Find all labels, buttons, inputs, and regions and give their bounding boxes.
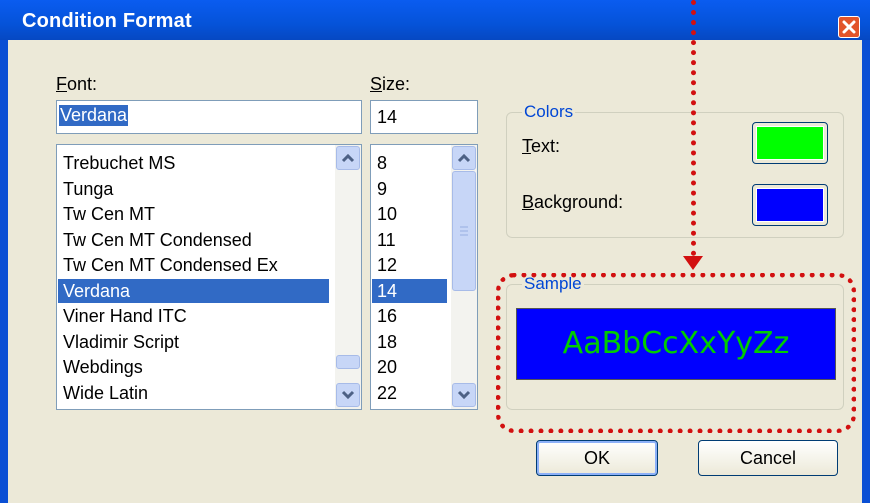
text-color-accel: T — [522, 136, 531, 156]
grip-icon — [460, 226, 468, 236]
list-item[interactable]: Trebuchet MS — [63, 151, 175, 175]
font-input-value: Verdana — [59, 105, 129, 126]
list-item[interactable]: 20 — [377, 355, 397, 379]
list-item[interactable]: 22 — [377, 381, 397, 405]
colors-group-title: Colors — [522, 102, 576, 122]
annotation-highlight-box — [496, 273, 856, 433]
list-item[interactable]: Wide Latin — [63, 381, 148, 405]
cancel-button[interactable]: Cancel — [698, 440, 838, 476]
text-color-swatch — [756, 126, 824, 160]
chevron-up-icon — [341, 153, 355, 163]
condition-format-dialog: Condition Format Font: Verdana Trebuchet… — [0, 0, 870, 503]
size-scroll-up-button[interactable] — [452, 146, 476, 170]
annotation-arrow-line — [691, 0, 696, 256]
size-scroll-thumb[interactable] — [452, 171, 476, 291]
window-title: Condition Format — [22, 10, 192, 32]
title-bar[interactable]: Condition Format — [0, 0, 870, 40]
font-label-text: ont: — [67, 74, 98, 94]
size-input-value: 14 — [377, 107, 398, 127]
list-item[interactable]: 16 — [377, 304, 397, 328]
chevron-up-icon — [457, 153, 471, 163]
list-item[interactable]: 10 — [377, 202, 397, 226]
font-scroll-down-button[interactable] — [336, 383, 360, 407]
size-listbox[interactable]: 8 9 10 11 12 14 16 18 20 22 — [370, 144, 478, 410]
chevron-down-icon — [341, 390, 355, 400]
font-scrollbar[interactable] — [335, 145, 361, 409]
list-item[interactable]: 11 — [377, 228, 396, 252]
background-color-swatch — [756, 188, 824, 222]
size-input[interactable]: 14 — [370, 100, 478, 134]
font-label-accel: F — [56, 74, 67, 94]
background-color-button[interactable] — [752, 184, 828, 226]
list-item[interactable]: Tw Cen MT Condensed Ex — [63, 253, 278, 277]
text-color-button[interactable] — [752, 122, 828, 164]
list-item[interactable]: Tunga — [63, 177, 113, 201]
close-icon — [842, 20, 856, 34]
list-item[interactable]: 8 — [377, 151, 387, 175]
list-item[interactable]: 14 — [372, 278, 447, 303]
close-button[interactable] — [838, 16, 860, 38]
size-label: Size: — [370, 74, 410, 95]
chevron-down-icon — [457, 390, 471, 400]
background-color-label: Background: — [522, 192, 623, 213]
list-item[interactable]: 12 — [377, 253, 397, 277]
font-scroll-up-button[interactable] — [336, 146, 360, 170]
size-scroll-down-button[interactable] — [452, 383, 476, 407]
list-item[interactable]: Verdana — [58, 278, 329, 303]
ok-button[interactable]: OK — [536, 440, 658, 476]
list-item[interactable]: 18 — [377, 330, 397, 354]
text-color-label-text: ext: — [531, 136, 561, 156]
font-label: Font: — [56, 74, 97, 95]
annotation-arrowhead — [683, 256, 703, 270]
list-item[interactable]: 9 — [377, 177, 387, 201]
list-item[interactable]: Webdings — [63, 355, 143, 379]
size-label-text: ize: — [382, 74, 411, 94]
font-input[interactable]: Verdana — [56, 100, 362, 134]
background-color-accel: B — [522, 192, 535, 212]
font-listbox[interactable]: Trebuchet MS Tunga Tw Cen MT Tw Cen MT Cond… — [56, 144, 362, 410]
dialog-body: Font: Verdana Trebuchet MS Tunga Tw Cen MT… — [8, 40, 862, 503]
list-item[interactable]: Viner Hand ITC — [63, 304, 187, 328]
background-color-label-text: ackground: — [534, 192, 624, 212]
font-scroll-thumb[interactable] — [336, 355, 360, 369]
list-item[interactable]: Vladimir Script — [63, 330, 179, 354]
size-label-accel: S — [370, 74, 383, 94]
size-scrollbar[interactable] — [451, 145, 477, 409]
list-item[interactable]: Tw Cen MT — [63, 202, 155, 226]
text-color-label: Text: — [522, 136, 560, 157]
list-item[interactable]: Tw Cen MT Condensed — [63, 228, 252, 252]
